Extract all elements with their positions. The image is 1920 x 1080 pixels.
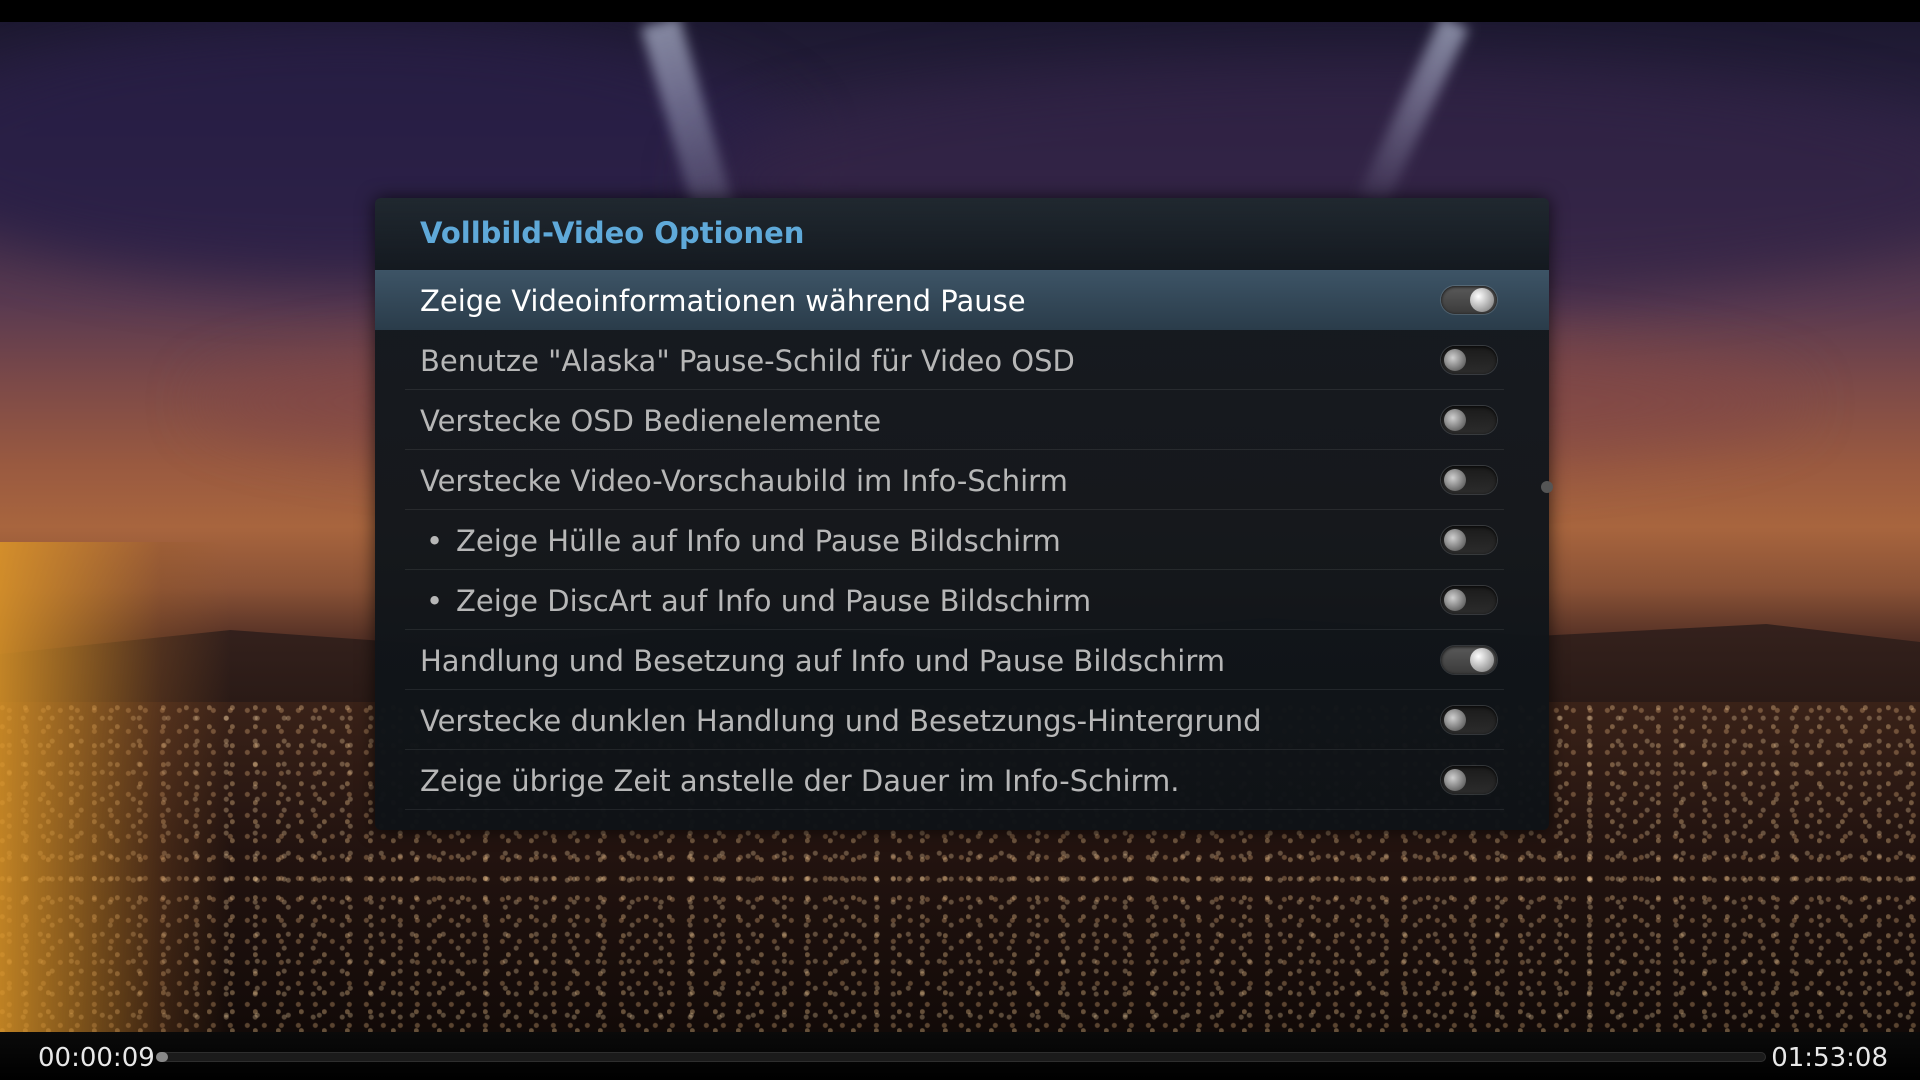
dialog-title: Vollbild-Video Optionen bbox=[420, 216, 805, 250]
video-options-dialog: Vollbild-Video Optionen Zeige Videoinfor… bbox=[375, 198, 1549, 830]
option-label: Zeige übrige Zeit anstelle der Dauer im … bbox=[420, 764, 1180, 798]
option-row[interactable]: Verstecke dunklen Handlung und Besetzung… bbox=[375, 690, 1549, 750]
toggle-knob-icon bbox=[1444, 589, 1466, 611]
toggle-knob-icon bbox=[1470, 288, 1494, 312]
radio-toggle[interactable] bbox=[1441, 406, 1497, 434]
option-row[interactable]: Zeige Videoinformationen während Pause bbox=[375, 270, 1549, 330]
option-label: Benutze "Alaska" Pause-Schild für Video … bbox=[420, 344, 1075, 378]
option-row[interactable]: • Zeige Hülle auf Info und Pause Bildschi… bbox=[375, 510, 1549, 570]
radio-toggle[interactable] bbox=[1441, 286, 1497, 314]
total-time: 01:53:08 bbox=[1771, 1043, 1888, 1073]
option-label: Zeige Videoinformationen während Pause bbox=[420, 284, 1026, 318]
fullscreen-video-osd: Vollbild-Video Optionen Zeige Videoinfor… bbox=[0, 0, 1920, 1080]
option-label: Verstecke OSD Bedienelemente bbox=[420, 404, 882, 438]
radio-toggle[interactable] bbox=[1441, 526, 1497, 554]
option-label: Handlung und Besetzung auf Info und Paus… bbox=[420, 644, 1226, 678]
dialog-header: Vollbild-Video Optionen bbox=[375, 198, 1549, 271]
toggle-knob-icon bbox=[1444, 529, 1466, 551]
toggle-knob-icon bbox=[1444, 409, 1466, 431]
option-label: Verstecke Video-Vorschaubild im Info-Sch… bbox=[420, 464, 1068, 498]
playback-bar: 00:00:09 01:53:08 bbox=[0, 1032, 1920, 1080]
radio-toggle[interactable] bbox=[1441, 646, 1497, 674]
radio-toggle[interactable] bbox=[1441, 706, 1497, 734]
option-label: Zeige DiscArt auf Info und Pause Bildsch… bbox=[456, 584, 1092, 618]
option-row[interactable]: Handlung und Besetzung auf Info und Paus… bbox=[375, 630, 1549, 690]
option-label: Zeige Hülle auf Info und Pause Bildschir… bbox=[456, 524, 1061, 558]
radio-toggle[interactable] bbox=[1441, 586, 1497, 614]
options-list: Zeige Videoinformationen während Pause Be… bbox=[375, 270, 1549, 810]
toggle-knob-icon bbox=[1444, 469, 1466, 491]
radio-toggle[interactable] bbox=[1441, 766, 1497, 794]
toggle-knob-icon bbox=[1444, 349, 1466, 371]
option-row[interactable]: Verstecke OSD Bedienelemente bbox=[375, 390, 1549, 450]
option-label: Verstecke dunklen Handlung und Besetzung… bbox=[420, 704, 1262, 738]
bullet-icon: • bbox=[426, 584, 444, 618]
radio-toggle[interactable] bbox=[1441, 466, 1497, 494]
option-row[interactable]: Benutze "Alaska" Pause-Schild für Video … bbox=[375, 330, 1549, 390]
option-row[interactable]: Zeige übrige Zeit anstelle der Dauer im … bbox=[375, 750, 1549, 810]
option-row[interactable]: • Zeige DiscArt auf Info und Pause Bildsc… bbox=[375, 570, 1549, 630]
option-row[interactable]: Verstecke Video-Vorschaubild im Info-Sch… bbox=[375, 450, 1549, 510]
toggle-knob-icon bbox=[1444, 709, 1466, 731]
bullet-icon: • bbox=[426, 524, 444, 558]
scroll-indicator[interactable] bbox=[1541, 481, 1553, 493]
radio-toggle[interactable] bbox=[1441, 346, 1497, 374]
toggle-knob-icon bbox=[1444, 769, 1466, 791]
seek-bar-fill bbox=[156, 1052, 168, 1062]
toggle-knob-icon bbox=[1470, 648, 1494, 672]
elapsed-time: 00:00:09 bbox=[38, 1043, 155, 1073]
seek-bar[interactable] bbox=[156, 1052, 1766, 1062]
